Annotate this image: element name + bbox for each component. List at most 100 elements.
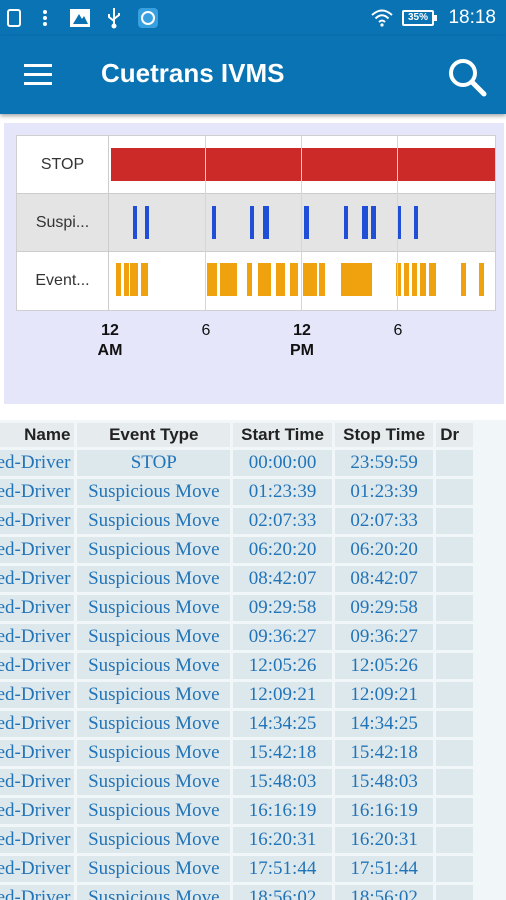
table-row[interactable]: ed-Driver Suspicious Move 06:20:20 06:20:20 — [0, 537, 473, 563]
event-bar[interactable] — [341, 263, 372, 296]
cell-name: ed-Driver — [0, 827, 75, 853]
suspicious-move-bar[interactable] — [133, 206, 138, 239]
table-row[interactable]: ed-Driver Suspicious Move 01:23:39 01:23:39 — [0, 479, 473, 505]
cell-name: ed-Driver — [0, 450, 75, 476]
table-row[interactable]: ed-Driver Suspicious Move 14:34:25 14:34:25 — [0, 711, 473, 737]
suspicious-move-bar[interactable] — [413, 206, 418, 239]
cell-name: ed-Driver — [0, 595, 75, 621]
cell-name: ed-Driver — [0, 653, 75, 679]
status-bar: 35% 18:18 — [0, 0, 506, 36]
cell-dr — [436, 711, 473, 737]
timeline-row-stop: STOP — [17, 136, 495, 194]
cell-event-type: Suspicious Move — [77, 537, 231, 563]
event-bar[interactable] — [290, 263, 299, 296]
event-bar[interactable] — [141, 263, 148, 296]
suspicious-move-bar[interactable] — [372, 206, 377, 239]
event-bar[interactable] — [247, 263, 252, 296]
cell-stop-time: 16:16:19 — [334, 798, 434, 824]
tick-label: 6 — [393, 322, 403, 339]
table-row[interactable]: ed-Driver Suspicious Move 09:29:58 09:29:58 — [0, 595, 473, 621]
event-bar[interactable] — [258, 263, 271, 296]
cell-event-type: Suspicious Move — [77, 653, 231, 679]
event-bar[interactable] — [411, 263, 417, 296]
table-row[interactable]: ed-Driver STOP 00:00:00 23:59:59 — [0, 450, 473, 476]
suspicious-move-bar[interactable] — [145, 206, 149, 239]
cell-dr — [436, 740, 473, 766]
tick-sublabel: PM — [290, 342, 314, 359]
suspicious-move-bar[interactable] — [264, 206, 269, 239]
event-bar[interactable] — [429, 263, 436, 296]
table-row[interactable]: ed-Driver Suspicious Move 12:09:21 12:09:21 — [0, 682, 473, 708]
cell-name: ed-Driver — [0, 856, 75, 882]
cell-stop-time: 17:51:44 — [334, 856, 434, 882]
timeline-track — [109, 136, 495, 193]
timeline-row-label: Suspi... — [17, 194, 109, 251]
timeline-track — [109, 194, 495, 251]
event-bar[interactable] — [130, 263, 139, 296]
suspicious-move-bar[interactable] — [305, 206, 310, 239]
cell-start-time: 18:56:02 — [233, 885, 332, 900]
cell-start-time: 00:00:00 — [233, 450, 332, 476]
event-bar[interactable] — [115, 263, 121, 296]
table-row[interactable]: ed-Driver Suspicious Move 16:16:19 16:16:19 — [0, 798, 473, 824]
event-bar[interactable] — [303, 263, 318, 296]
cell-stop-time: 12:05:26 — [334, 653, 434, 679]
table-row[interactable]: ed-Driver Suspicious Move 02:07:33 02:07:33 — [0, 508, 473, 534]
hamburger-menu-icon[interactable] — [24, 64, 54, 86]
cell-event-type: Suspicious Move — [77, 827, 231, 853]
table-row[interactable]: ed-Driver Suspicious Move 12:05:26 12:05:26 — [0, 653, 473, 679]
event-bar[interactable] — [123, 263, 129, 296]
event-bar[interactable] — [319, 263, 326, 296]
cell-stop-time: 16:20:31 — [334, 827, 434, 853]
cell-dr — [436, 856, 473, 882]
cell-stop-time: 01:23:39 — [334, 479, 434, 505]
app-bar: Cuetrans IVMS — [0, 36, 506, 114]
cell-dr — [436, 508, 473, 534]
suspicious-move-bar[interactable] — [250, 206, 255, 239]
cell-event-type: Suspicious Move — [77, 798, 231, 824]
event-bar[interactable] — [219, 263, 238, 296]
cell-start-time: 14:34:25 — [233, 711, 332, 737]
clock: 18:18 — [448, 7, 496, 28]
event-bar[interactable] — [461, 263, 467, 296]
table-row[interactable]: ed-Driver Suspicious Move 17:51:44 17:51:44 — [0, 856, 473, 882]
event-bar[interactable] — [207, 263, 217, 296]
suspicious-move-bar[interactable] — [344, 206, 349, 239]
event-bar[interactable] — [403, 263, 409, 296]
column-header-dr[interactable]: Dr — [436, 423, 473, 447]
table-row[interactable]: ed-Driver Suspicious Move 16:20:31 16:20:31 — [0, 827, 473, 853]
column-header-event-type[interactable]: Event Type — [77, 423, 231, 447]
cell-stop-time: 09:36:27 — [334, 624, 434, 650]
column-header-name[interactable]: Name — [0, 423, 75, 447]
cell-event-type: Suspicious Move — [77, 595, 231, 621]
event-bar[interactable] — [479, 263, 484, 296]
table-row[interactable]: ed-Driver Suspicious Move 15:42:18 15:42:18 — [0, 740, 473, 766]
events-table-container[interactable]: Name Event Type Start Time Stop Time Dr … — [0, 420, 506, 900]
column-header-start-time[interactable]: Start Time — [233, 423, 332, 447]
cell-stop-time: 15:48:03 — [334, 769, 434, 795]
table-row[interactable]: ed-Driver Suspicious Move 15:48:03 15:48:03 — [0, 769, 473, 795]
cell-dr — [436, 885, 473, 900]
timeline-row-event: Event... — [17, 252, 495, 310]
tick-label: 12 — [101, 322, 119, 339]
cell-dr — [436, 769, 473, 795]
time-axis-tick: 12 AM — [80, 321, 140, 361]
cell-start-time: 16:16:19 — [233, 798, 332, 824]
table-row[interactable]: ed-Driver Suspicious Move 18:56:02 18:56:02 — [0, 885, 473, 900]
time-axis-tick: 6 — [176, 321, 236, 341]
event-bar[interactable] — [275, 263, 286, 296]
page-title: Cuetrans IVMS — [101, 58, 285, 88]
tick-label: 12 — [293, 322, 311, 339]
cell-dr — [436, 624, 473, 650]
suspicious-move-bar[interactable] — [212, 206, 217, 239]
stop-bar[interactable] — [111, 148, 495, 181]
table-row[interactable]: ed-Driver Suspicious Move 08:42:07 08:42:07 — [0, 566, 473, 592]
cell-name: ed-Driver — [0, 479, 75, 505]
column-header-stop-time[interactable]: Stop Time — [334, 423, 434, 447]
cell-event-type: Suspicious Move — [77, 566, 231, 592]
more-icon — [38, 8, 52, 28]
suspicious-move-bar[interactable] — [363, 206, 368, 239]
search-icon[interactable] — [446, 56, 488, 98]
event-bar[interactable] — [419, 263, 427, 296]
table-row[interactable]: ed-Driver Suspicious Move 09:36:27 09:36:27 — [0, 624, 473, 650]
